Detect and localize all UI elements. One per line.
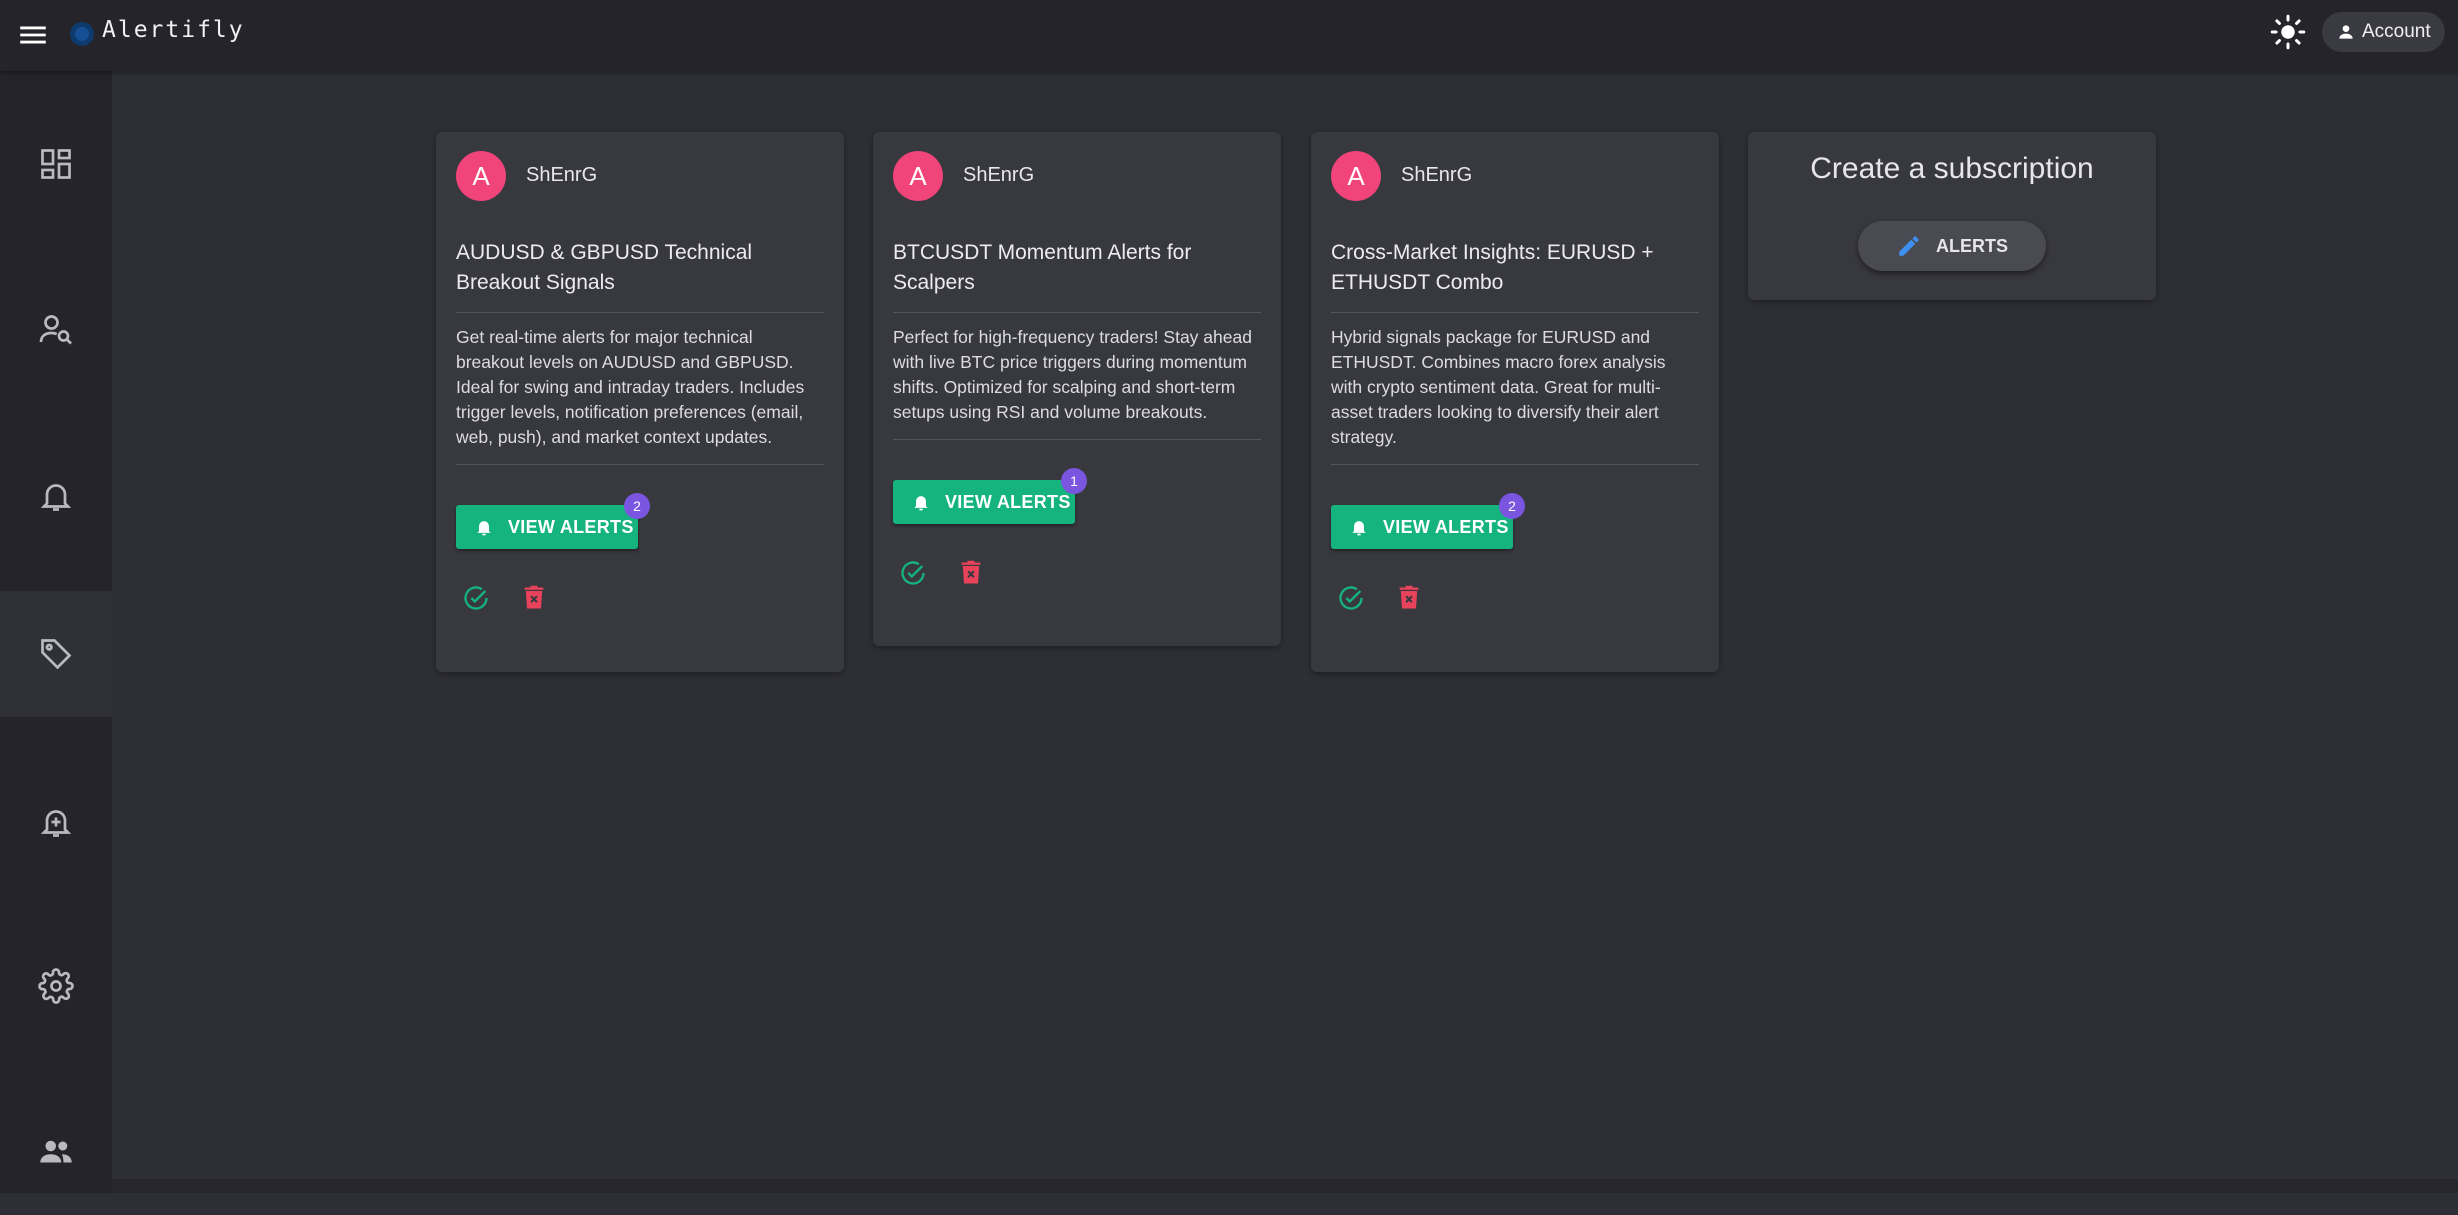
card-title: Cross-Market Insights: EURUSD + ETHUSDT … <box>1331 241 1654 294</box>
create-subscription-title: Create a subscription <box>1810 152 2094 185</box>
create-subscription-card: Create a subscription ALERTS <box>1748 132 2156 300</box>
divider <box>456 464 824 465</box>
view-alerts-label: VIEW ALERTS <box>508 516 634 537</box>
card-description: Get real-time alerts for major technical… <box>456 327 805 447</box>
sidebar-item-add-alert[interactable] <box>0 759 112 885</box>
delete-icon <box>524 585 544 609</box>
card-title: AUDUSD & GBPUSD Technical Breakout Signa… <box>456 241 753 294</box>
sidebar-item-subscriptions[interactable] <box>0 591 112 717</box>
sidebar-item-user-search[interactable] <box>0 267 112 393</box>
user-search-icon <box>39 315 72 345</box>
card-title: BTCUSDT Momentum Alerts for Scalpers <box>893 241 1192 294</box>
alert-count-badge: 2 <box>624 493 650 519</box>
check-circle-icon <box>901 561 925 585</box>
menu-icon[interactable] <box>16 18 50 52</box>
divider <box>893 312 1261 313</box>
check-circle-icon <box>464 586 488 610</box>
gear-icon <box>38 968 74 1004</box>
view-alerts-label: VIEW ALERTS <box>1383 516 1509 537</box>
account-button[interactable]: Account <box>2322 12 2445 52</box>
view-alerts-label: VIEW ALERTS <box>945 491 1071 512</box>
card-description: Perfect for high-frequency traders! Stay… <box>893 327 1252 422</box>
bell-icon <box>40 484 72 511</box>
subscription-card: A ShEnrG BTCUSDT Momentum Alerts for Sca… <box>873 132 1281 646</box>
alert-count-badge: 1 <box>1061 468 1087 494</box>
view-alerts-button[interactable]: VIEW ALERTS <box>1331 505 1513 549</box>
divider <box>893 439 1261 440</box>
people-icon <box>40 1140 72 1163</box>
sidebar-item-users[interactable] <box>0 1089 112 1215</box>
avatar: A <box>456 151 506 201</box>
theme-toggle-sun-icon[interactable] <box>2270 14 2306 50</box>
person-icon <box>2339 25 2353 39</box>
logo-icon <box>66 18 98 50</box>
sidebar-item-dashboard[interactable] <box>0 101 112 227</box>
delete-button[interactable] <box>514 578 554 618</box>
subscribe-check-button[interactable] <box>893 553 933 593</box>
avatar: A <box>893 151 943 201</box>
view-alerts-button[interactable]: VIEW ALERTS <box>893 480 1075 524</box>
bell-icon <box>914 496 928 511</box>
delete-button[interactable] <box>951 553 991 593</box>
subscription-card: A ShEnrG Cross-Market Insights: EURUSD +… <box>1311 132 1719 672</box>
divider <box>1331 312 1699 313</box>
divider <box>1331 464 1699 465</box>
sidebar <box>0 71 112 1193</box>
bell-icon <box>1352 521 1366 536</box>
dashboard-icon <box>41 149 71 179</box>
delete-button[interactable] <box>1389 578 1429 618</box>
delete-icon <box>1399 585 1419 609</box>
subscribe-check-button[interactable] <box>456 578 496 618</box>
create-alerts-button[interactable]: ALERTS <box>1858 221 2046 271</box>
tag-icon <box>41 639 72 670</box>
author-name: ShEnrG <box>526 164 598 186</box>
view-alerts-button[interactable]: VIEW ALERTS <box>456 505 638 549</box>
subscription-card: A ShEnrG AUDUSD & GBPUSD Technical Break… <box>436 132 844 672</box>
account-label: Account <box>2362 21 2431 42</box>
alert-count-badge: 2 <box>1499 493 1525 519</box>
sidebar-item-settings[interactable] <box>0 923 112 1049</box>
author-name: ShEnrG <box>1401 164 1473 186</box>
bell-icon <box>477 521 491 536</box>
app-title[interactable]: Alertifly <box>102 14 245 46</box>
bottom-strip <box>112 1179 2458 1193</box>
bell-plus-icon <box>40 810 72 837</box>
delete-icon <box>961 560 981 584</box>
top-app-bar: Alertifly Account <box>0 0 2458 71</box>
create-alerts-label: ALERTS <box>1936 235 2008 256</box>
sidebar-item-alerts[interactable] <box>0 433 112 559</box>
card-description: Hybrid signals package for EURUSD and ET… <box>1331 327 1666 447</box>
author-name: ShEnrG <box>963 164 1035 186</box>
check-circle-icon <box>1339 586 1363 610</box>
divider <box>456 312 824 313</box>
subscribe-check-button[interactable] <box>1331 578 1371 618</box>
avatar: A <box>1331 151 1381 201</box>
pencil-icon <box>1899 236 1919 256</box>
